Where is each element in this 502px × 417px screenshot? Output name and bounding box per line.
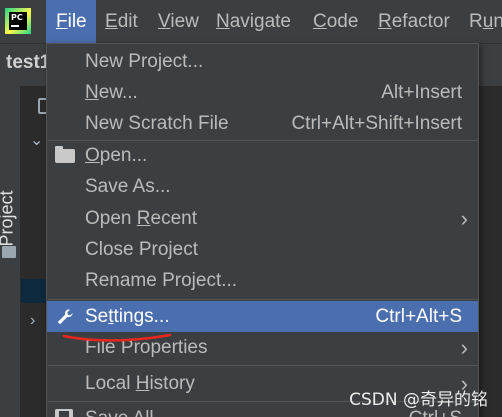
- submenu-arrow-icon: ›: [460, 335, 468, 360]
- shortcut-label: Alt+Insert: [381, 82, 462, 103]
- submenu-arrow-icon: ›: [460, 206, 468, 231]
- menu-item-save-as[interactable]: Save As...: [47, 171, 478, 202]
- menu-bar: PC File Edit View Navigate Code Refactor…: [0, 0, 502, 43]
- open-folder-icon: [55, 146, 75, 163]
- menu-separator: [48, 299, 479, 300]
- shortcut-label: Ctrl+Alt+S: [375, 306, 462, 327]
- menu-run[interactable]: Run: [469, 0, 502, 43]
- chevron-right-icon[interactable]: ›: [30, 312, 35, 330]
- file-menu-dropdown: New Project... New... Alt+Insert New Scr…: [46, 43, 479, 417]
- red-underline-annotation: [62, 333, 172, 342]
- menu-view[interactable]: View: [158, 0, 199, 43]
- menu-item-open[interactable]: Open...: [47, 140, 478, 171]
- menu-file[interactable]: File: [46, 0, 96, 43]
- folder-icon: [2, 246, 16, 258]
- menu-item-close-project[interactable]: Close Project: [47, 234, 478, 265]
- shortcut-label: Ctrl+Alt+Shift+Insert: [291, 113, 462, 134]
- menu-item-open-recent[interactable]: Open Recent ›: [47, 203, 478, 234]
- menu-separator: [48, 365, 479, 366]
- menu-item-rename-project[interactable]: Rename Project...: [47, 265, 478, 296]
- menu-item-settings[interactable]: Settings... Ctrl+Alt+S: [47, 301, 478, 332]
- wrench-icon: [57, 309, 73, 325]
- menu-item-new[interactable]: New... Alt+Insert: [47, 77, 478, 108]
- menu-code[interactable]: Code: [313, 0, 358, 43]
- menu-navigate[interactable]: Navigate: [216, 0, 291, 43]
- menu-edit[interactable]: Edit: [105, 0, 138, 43]
- pycharm-logo-icon[interactable]: PC: [5, 8, 31, 34]
- menu-item-new-scratch-file[interactable]: New Scratch File Ctrl+Alt+Shift+Insert: [47, 108, 478, 139]
- menu-item-new-project[interactable]: New Project...: [47, 46, 478, 77]
- project-name[interactable]: test1: [6, 52, 50, 74]
- left-tool-strip: Project: [0, 86, 21, 417]
- save-icon: [55, 409, 73, 417]
- chevron-down-icon[interactable]: ⌄: [30, 130, 43, 150]
- watermark: CSDN @奇异的铭: [349, 390, 488, 410]
- menu-refactor[interactable]: Refactor: [378, 0, 450, 43]
